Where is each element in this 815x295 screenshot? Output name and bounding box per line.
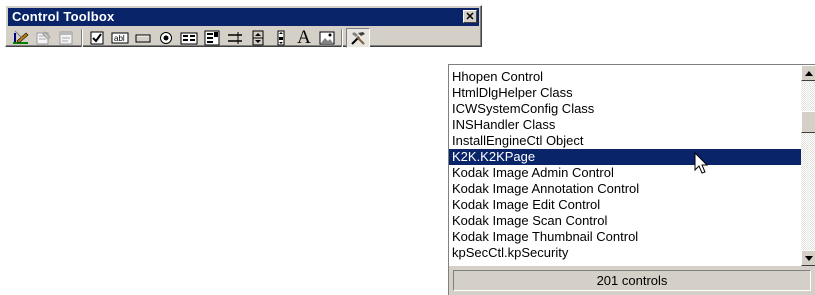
svg-text:abl: abl bbox=[114, 34, 125, 43]
list-item[interactable]: Kodak Image Admin Control bbox=[449, 165, 801, 181]
command-button-tool[interactable] bbox=[132, 28, 154, 48]
label-icon: A bbox=[297, 27, 311, 48]
titlebar[interactable]: Control Toolbox ✕ bbox=[8, 8, 479, 26]
view-code-icon bbox=[59, 31, 73, 45]
toolbar-separator bbox=[341, 29, 343, 47]
toolbar: abl A bbox=[10, 28, 478, 48]
toolbar-separator bbox=[81, 29, 83, 47]
properties-button[interactable] bbox=[33, 28, 55, 48]
toggle-button-tool[interactable] bbox=[224, 28, 246, 48]
list-item[interactable]: Kodak Image Annotation Control bbox=[449, 181, 801, 197]
textbox-tool[interactable]: abl bbox=[109, 28, 131, 48]
scroll-bar-icon bbox=[277, 30, 285, 46]
more-controls-icon bbox=[351, 32, 365, 45]
list-box-icon bbox=[180, 32, 198, 45]
list-item[interactable]: kpSecCtl.kpSecurity bbox=[449, 245, 801, 261]
properties-icon bbox=[36, 31, 51, 45]
scroll-thumb[interactable] bbox=[801, 111, 815, 133]
view-code-button[interactable] bbox=[56, 28, 78, 48]
checkbox-tool[interactable] bbox=[86, 28, 108, 48]
more-controls-dropdown: Hhopen Control HtmlDlgHelper Class ICWSy… bbox=[448, 64, 815, 295]
list-item[interactable]: Kodak Image Scan Control bbox=[449, 213, 801, 229]
list-item[interactable]: Kodak Image Thumbnail Control bbox=[449, 229, 801, 245]
checkbox-icon bbox=[90, 31, 104, 45]
control-toolbox-window: Control Toolbox ✕ abl A bbox=[5, 5, 482, 48]
more-controls-button[interactable] bbox=[346, 28, 370, 48]
option-button-tool[interactable] bbox=[155, 28, 177, 48]
list-box-tool[interactable] bbox=[178, 28, 200, 48]
command-button-icon bbox=[135, 34, 151, 43]
window-title: Control Toolbox bbox=[12, 9, 115, 24]
list-item[interactable]: ICWSystemConfig Class bbox=[449, 101, 801, 117]
scroll-down-button[interactable] bbox=[801, 250, 815, 266]
design-mode-icon bbox=[13, 30, 29, 44]
scroll-up-button[interactable] bbox=[801, 65, 815, 81]
mouse-cursor-icon bbox=[694, 152, 709, 174]
controls-listbox[interactable]: Hhopen Control HtmlDlgHelper Class ICWSy… bbox=[449, 65, 801, 266]
spin-button-icon bbox=[252, 30, 264, 46]
list-item[interactable]: HtmlDlgHelper Class bbox=[449, 85, 801, 101]
combo-box-tool[interactable] bbox=[201, 28, 223, 48]
list-item[interactable]: Hhopen Control bbox=[449, 69, 801, 85]
label-tool[interactable]: A bbox=[293, 28, 315, 48]
image-icon bbox=[319, 31, 335, 45]
list-item[interactable]: Kodak Image Edit Control bbox=[449, 197, 801, 213]
textbox-icon: abl bbox=[111, 32, 129, 44]
list-item[interactable]: InstallEngineCtl Object bbox=[449, 133, 801, 149]
scroll-bar-tool[interactable] bbox=[270, 28, 292, 48]
image-tool[interactable] bbox=[316, 28, 338, 48]
up-arrow-icon bbox=[805, 70, 813, 76]
design-mode-button[interactable] bbox=[10, 28, 32, 48]
combo-box-icon bbox=[204, 30, 220, 46]
toggle-button-icon bbox=[228, 32, 242, 44]
spin-button-tool[interactable] bbox=[247, 28, 269, 48]
vertical-scrollbar[interactable] bbox=[801, 65, 815, 266]
down-arrow-icon bbox=[805, 255, 813, 261]
option-button-icon bbox=[160, 32, 172, 44]
close-button[interactable]: ✕ bbox=[463, 10, 477, 23]
close-icon: ✕ bbox=[465, 11, 475, 23]
list-item[interactable]: INSHandler Class bbox=[449, 117, 801, 133]
list-item-selected[interactable]: K2K.K2KPage bbox=[449, 149, 801, 165]
controls-count-status: 201 controls bbox=[453, 270, 811, 291]
